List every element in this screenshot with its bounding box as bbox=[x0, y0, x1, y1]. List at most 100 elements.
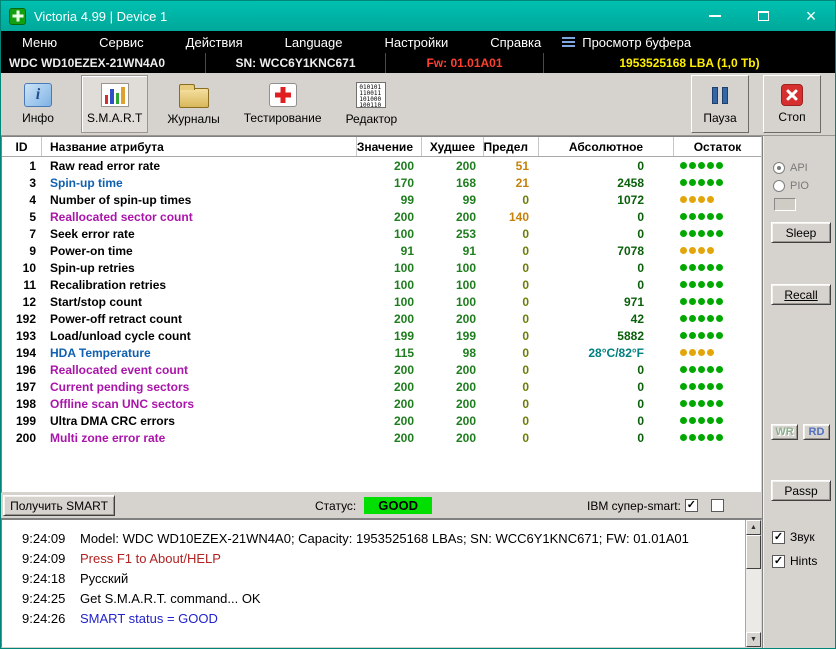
toolbar-button-testing[interactable]: Тестирование bbox=[239, 75, 327, 133]
main-area: ID Название атрибута Значение Худшее Пре… bbox=[1, 136, 835, 648]
left-column: ID Название атрибута Значение Худшее Пре… bbox=[1, 136, 763, 648]
read-button[interactable]: RD bbox=[803, 424, 830, 440]
attr-health-dots bbox=[674, 412, 761, 429]
minimize-button[interactable] bbox=[691, 1, 739, 31]
attr-absolute: 7078 bbox=[539, 242, 674, 259]
health-dot bbox=[707, 213, 714, 220]
sound-checkbox-row[interactable]: ✓ Звук bbox=[772, 530, 815, 544]
health-dot bbox=[680, 383, 687, 390]
scrollbar-track[interactable] bbox=[746, 535, 761, 632]
attr-name: Raw read error rate bbox=[42, 157, 357, 174]
log-scrollbar[interactable]: ▲ ▼ bbox=[745, 520, 761, 647]
get-smart-button[interactable]: Получить SMART bbox=[3, 495, 115, 516]
sleep-button[interactable]: Sleep bbox=[771, 222, 831, 243]
pause-button[interactable]: Пауза bbox=[691, 75, 749, 133]
attr-threshold: 140 bbox=[484, 208, 539, 225]
table-row[interactable]: 194HDA Temperature11598028°C/82°F bbox=[2, 344, 761, 361]
menu-item-help[interactable]: Справка bbox=[469, 35, 562, 50]
table-row[interactable]: 3Spin-up time170168212458 bbox=[2, 174, 761, 191]
scroll-down-icon[interactable]: ▼ bbox=[746, 632, 761, 647]
toolbar: i Инфо S.M.A.R.T Журналы Тестирование 01… bbox=[1, 73, 835, 136]
ibm-super-smart-checkbox[interactable]: ✓ bbox=[685, 499, 698, 512]
extra-checkbox[interactable] bbox=[711, 499, 724, 512]
table-row[interactable]: 7Seek error rate10025300 bbox=[2, 225, 761, 242]
menu-item-service[interactable]: Сервис bbox=[78, 35, 165, 50]
toolbar-button-journals[interactable]: Журналы bbox=[162, 75, 224, 133]
table-row[interactable]: 1Raw read error rate200200510 bbox=[2, 157, 761, 174]
hints-checkbox[interactable]: ✓ bbox=[772, 555, 785, 568]
toolbar-button-smart[interactable]: S.M.A.R.T bbox=[81, 75, 148, 133]
table-row[interactable]: 12Start/stop count1001000971 bbox=[2, 293, 761, 310]
health-dot bbox=[707, 298, 714, 305]
attr-value: 91 bbox=[357, 242, 422, 259]
attr-name: Multi zone error rate bbox=[42, 429, 357, 446]
log-entry: 9:24:26SMART status = GOOD bbox=[2, 608, 745, 628]
close-button[interactable]: × bbox=[787, 1, 835, 31]
attr-id: 193 bbox=[2, 327, 42, 344]
health-dot bbox=[707, 366, 714, 373]
table-row[interactable]: 196Reallocated event count20020000 bbox=[2, 361, 761, 378]
attr-health-dots bbox=[674, 191, 761, 208]
log-time: 9:24:25 bbox=[2, 591, 66, 606]
maximize-button[interactable] bbox=[739, 1, 787, 31]
menu-item-settings[interactable]: Настройки bbox=[363, 35, 469, 50]
title-bar: Victoria 4.99 | Device 1 × bbox=[1, 1, 835, 31]
health-dot bbox=[689, 349, 696, 356]
table-row[interactable]: 10Spin-up retries10010000 bbox=[2, 259, 761, 276]
table-row[interactable]: 4Number of spin-up times999901072 bbox=[2, 191, 761, 208]
attr-id: 197 bbox=[2, 378, 42, 395]
recall-button[interactable]: Recall bbox=[771, 284, 831, 305]
toolbar-button-editor[interactable]: 010101 110011 101000 100110 Редактор bbox=[341, 75, 403, 133]
attr-id: 11 bbox=[2, 276, 42, 293]
scrollbar-thumb[interactable] bbox=[746, 535, 761, 569]
attr-worst: 200 bbox=[422, 208, 484, 225]
scroll-up-icon[interactable]: ▲ bbox=[746, 520, 761, 535]
attr-threshold: 0 bbox=[484, 327, 539, 344]
attr-id: 7 bbox=[2, 225, 42, 242]
attr-health-dots bbox=[674, 276, 761, 293]
attr-value: 200 bbox=[357, 157, 422, 174]
health-dot bbox=[689, 162, 696, 169]
attr-health-dots bbox=[674, 429, 761, 446]
passport-button[interactable]: Passp bbox=[771, 480, 831, 501]
table-row[interactable]: 192Power-off retract count200200042 bbox=[2, 310, 761, 327]
health-dot bbox=[698, 230, 705, 237]
sound-checkbox[interactable]: ✓ bbox=[772, 531, 785, 544]
attr-name: Reallocated event count bbox=[42, 361, 357, 378]
device-capacity: 1953525168 LBA (1,0 Tb) bbox=[544, 53, 835, 73]
table-row[interactable]: 199Ultra DMA CRC errors20020000 bbox=[2, 412, 761, 429]
health-dot bbox=[698, 162, 705, 169]
sound-checkbox-label: Звук bbox=[790, 530, 815, 544]
table-row[interactable]: 193Load/unload cycle count19919905882 bbox=[2, 327, 761, 344]
pio-radio[interactable]: PIO bbox=[773, 180, 809, 192]
write-button[interactable]: WR bbox=[771, 424, 798, 440]
health-dot bbox=[689, 213, 696, 220]
attr-threshold: 0 bbox=[484, 259, 539, 276]
health-dot bbox=[698, 349, 705, 356]
api-radio[interactable]: API bbox=[773, 162, 808, 174]
col-header-name: Название атрибута bbox=[42, 137, 357, 156]
table-row[interactable]: 5Reallocated sector count2002001400 bbox=[2, 208, 761, 225]
toolbar-button-journals-label: Журналы bbox=[167, 112, 219, 126]
menu-bar: Меню Сервис Действия Language Настройки … bbox=[1, 31, 835, 53]
table-row[interactable]: 197Current pending sectors20020000 bbox=[2, 378, 761, 395]
table-row[interactable]: 9Power-on time919107078 bbox=[2, 242, 761, 259]
table-row[interactable]: 198Offline scan UNC sectors20020000 bbox=[2, 395, 761, 412]
attr-name: Spin-up retries bbox=[42, 259, 357, 276]
attr-value: 100 bbox=[357, 259, 422, 276]
menu-item-menu[interactable]: Меню bbox=[1, 35, 78, 50]
api-radio-label: API bbox=[790, 162, 808, 174]
pause-icon bbox=[712, 83, 728, 107]
health-dot bbox=[680, 281, 687, 288]
menu-item-actions[interactable]: Действия bbox=[165, 35, 264, 50]
buffer-view-button[interactable]: Просмотр буфера bbox=[562, 35, 691, 50]
table-row[interactable]: 11Recalibration retries10010000 bbox=[2, 276, 761, 293]
toolbar-button-info[interactable]: i Инфо bbox=[9, 75, 67, 133]
menu-item-language[interactable]: Language bbox=[264, 35, 364, 50]
attr-health-dots bbox=[674, 361, 761, 378]
attr-id: 10 bbox=[2, 259, 42, 276]
hints-checkbox-row[interactable]: ✓ Hints bbox=[772, 554, 817, 568]
health-dot bbox=[689, 400, 696, 407]
table-row[interactable]: 200Multi zone error rate20020000 bbox=[2, 429, 761, 446]
stop-button[interactable]: Стоп bbox=[763, 75, 821, 133]
